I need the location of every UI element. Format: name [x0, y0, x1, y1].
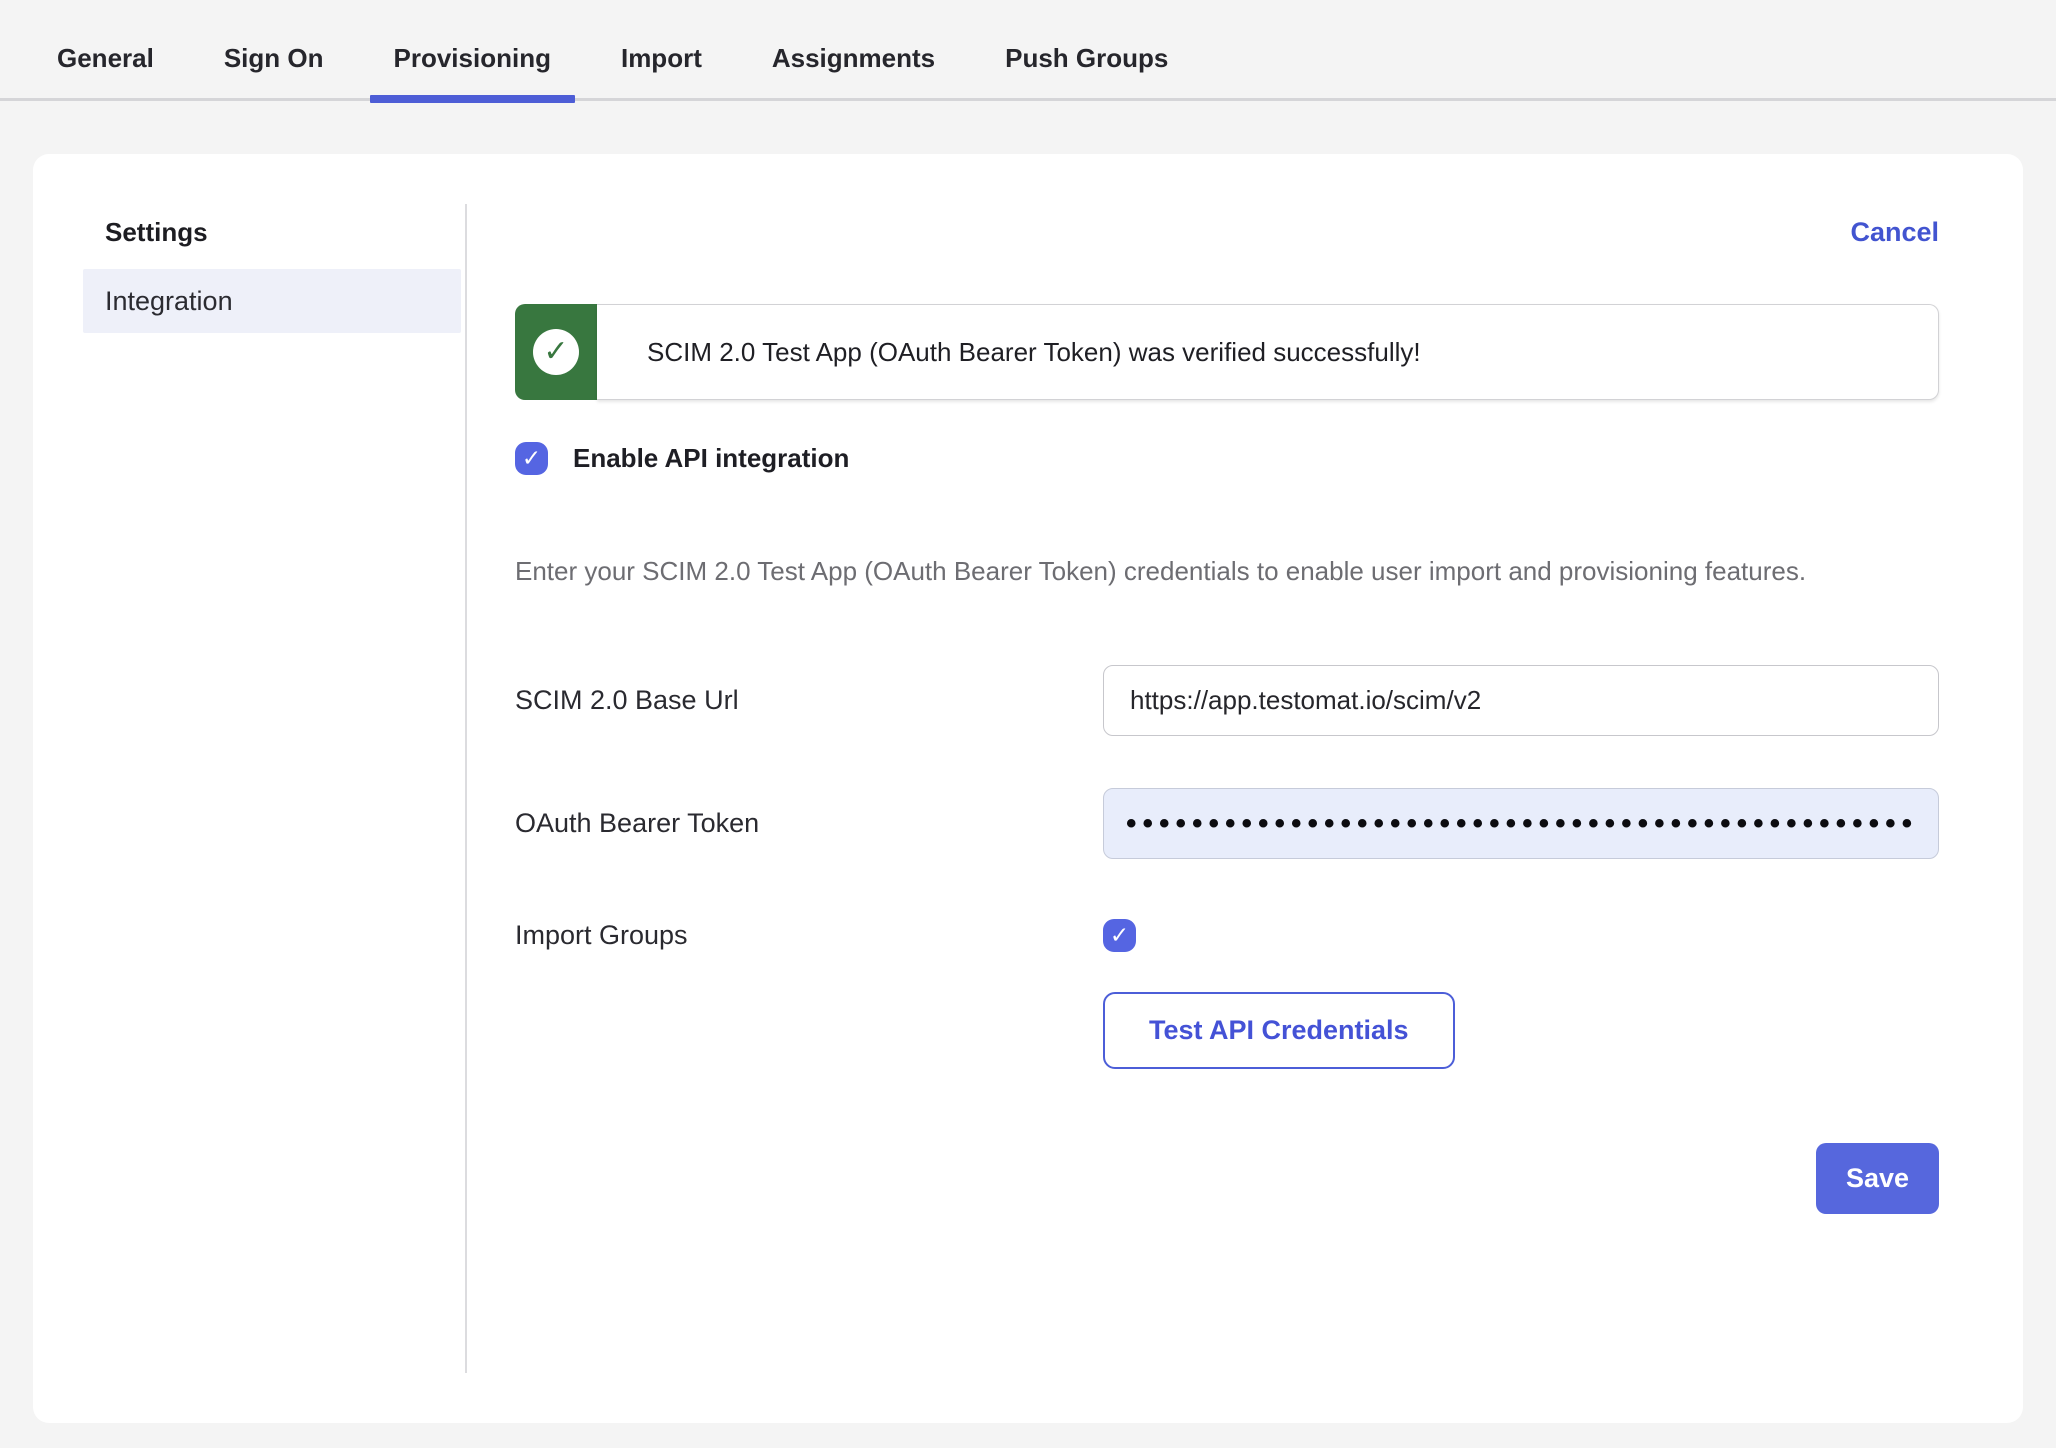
test-api-credentials-button[interactable]: Test API Credentials — [1103, 992, 1455, 1069]
tab-label: Push Groups — [1005, 43, 1168, 73]
provisioning-card: Settings Integration Cancel ✓ SCIM 2.0 T… — [33, 154, 2023, 1423]
scim-base-url-field — [1103, 665, 1939, 736]
tab-label: Provisioning — [394, 43, 551, 73]
oauth-token-input[interactable] — [1103, 788, 1939, 859]
credentials-description: Enter your SCIM 2.0 Test App (OAuth Bear… — [515, 547, 1915, 595]
integration-panel: Cancel ✓ SCIM 2.0 Test App (OAuth Bearer… — [467, 154, 2023, 1423]
tab-bar: General Sign On Provisioning Import Assi… — [0, 0, 2056, 101]
checkmark-icon: ✓ — [522, 447, 541, 470]
tab-assignments[interactable]: Assignments — [748, 42, 959, 98]
import-groups-row: Import Groups ✓ — [515, 919, 1939, 952]
import-groups-label: Import Groups — [515, 920, 1103, 951]
test-credentials-row: Test API Credentials — [515, 992, 1939, 1069]
banner-message: SCIM 2.0 Test App (OAuth Bearer Token) w… — [597, 304, 1939, 400]
success-banner: ✓ SCIM 2.0 Test App (OAuth Bearer Token)… — [515, 304, 1939, 400]
oauth-token-label: OAuth Bearer Token — [515, 808, 1103, 839]
oauth-token-field — [1103, 788, 1939, 859]
import-groups-checkbox[interactable]: ✓ — [1103, 919, 1136, 952]
scim-base-url-label: SCIM 2.0 Base Url — [515, 685, 1103, 716]
import-groups-field: ✓ — [1103, 919, 1939, 952]
tab-push-groups[interactable]: Push Groups — [981, 42, 1192, 98]
tab-label: Sign On — [224, 43, 324, 73]
scim-base-url-input[interactable] — [1103, 665, 1939, 736]
sidebar-item-label: Integration — [105, 286, 233, 317]
tab-import[interactable]: Import — [597, 42, 726, 98]
cancel-row: Cancel — [515, 216, 1939, 248]
save-button[interactable]: Save — [1816, 1143, 1939, 1214]
scim-base-url-row: SCIM 2.0 Base Url — [515, 665, 1939, 736]
success-check-icon: ✓ — [533, 329, 579, 375]
banner-accent: ✓ — [515, 304, 597, 400]
sidebar-header-settings: Settings — [105, 216, 465, 248]
tab-label: General — [57, 43, 154, 73]
enable-api-row: ✓ Enable API integration — [515, 442, 1939, 475]
enable-api-checkbox[interactable]: ✓ — [515, 442, 548, 475]
cancel-link[interactable]: Cancel — [1850, 217, 1939, 247]
tab-general[interactable]: General — [33, 42, 178, 98]
oauth-token-row: OAuth Bearer Token — [515, 788, 1939, 859]
tab-label: Assignments — [772, 43, 935, 73]
settings-sidebar: Settings Integration — [33, 154, 465, 1423]
tab-provisioning[interactable]: Provisioning — [370, 42, 575, 98]
tab-sign-on[interactable]: Sign On — [200, 42, 348, 98]
save-row: Save — [515, 1143, 1939, 1214]
test-credentials-field: Test API Credentials — [1103, 992, 1939, 1069]
checkmark-icon: ✓ — [1110, 924, 1129, 947]
tab-label: Import — [621, 43, 702, 73]
sidebar-item-integration[interactable]: Integration — [83, 269, 461, 333]
enable-api-label: Enable API integration — [573, 443, 849, 474]
